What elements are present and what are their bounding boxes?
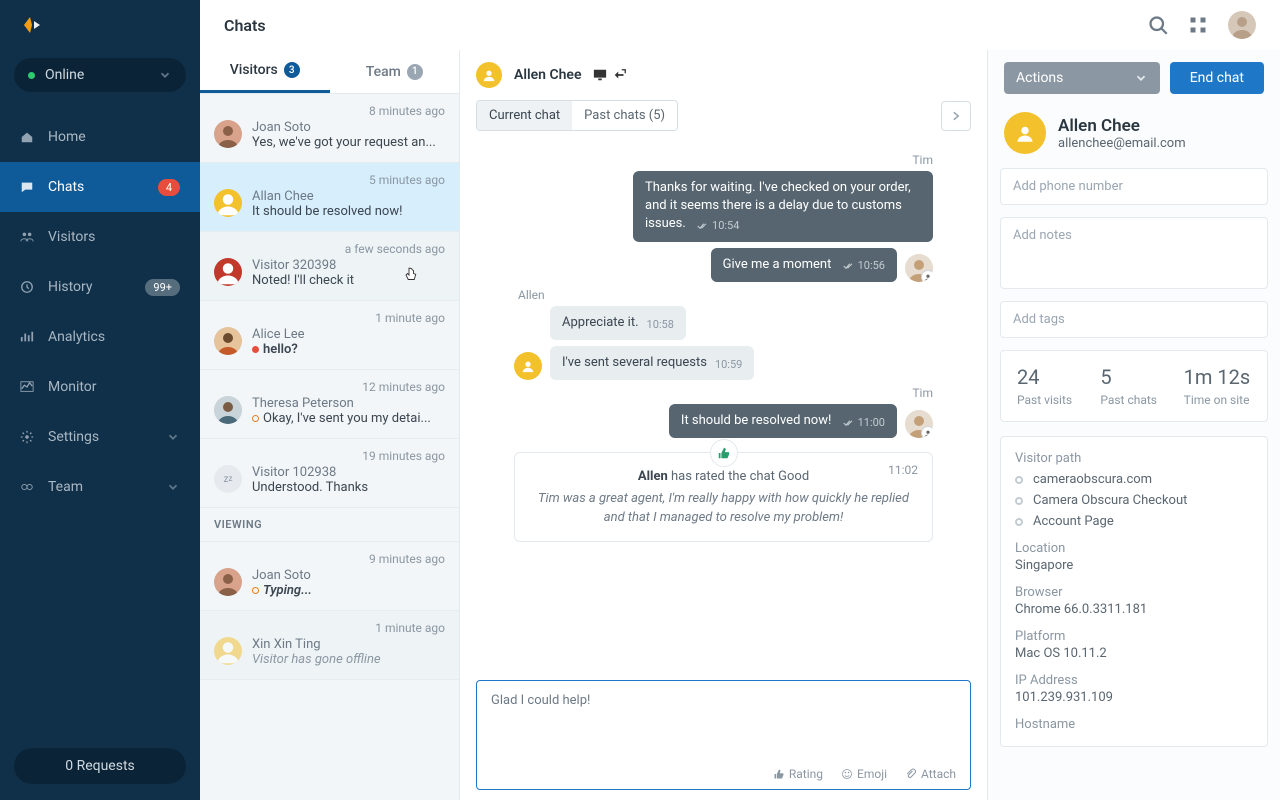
nav-team[interactable]: Team — [0, 462, 200, 512]
avatar — [214, 396, 242, 424]
chat-panel: Allen Chee Current chat Past chats (5) T… — [460, 50, 988, 800]
topbar: Chats — [200, 0, 1280, 50]
profile-avatar — [1004, 112, 1046, 154]
nav-settings[interactable]: Settings — [0, 412, 200, 462]
team-icon — [20, 480, 48, 494]
logo — [0, 0, 200, 50]
avatar — [214, 189, 242, 217]
avatar — [214, 258, 242, 286]
nav-chats[interactable]: Chats 4 — [0, 162, 200, 212]
conversation-item[interactable]: 1 minute ago Xin Xin Ting Visitor has go… — [200, 611, 459, 680]
visitor-path-item[interactable]: Camera Obscura Checkout — [1015, 493, 1253, 508]
attach-button[interactable]: Attach — [905, 767, 956, 781]
visitor-avatar — [476, 62, 502, 88]
message-bubble: It should be resolved now! 11:00 — [669, 404, 897, 438]
tab-team[interactable]: Team 1 — [330, 50, 460, 93]
page-title: Chats — [224, 16, 266, 35]
chats-badge: 4 — [158, 179, 180, 196]
conversation-item[interactable]: a few seconds ago Visitor 320398 Noted! … — [200, 232, 459, 301]
avatar — [214, 637, 242, 665]
details-panel: Actions End chat Allen Chee allenchee@em… — [988, 50, 1280, 800]
end-chat-button[interactable]: End chat — [1170, 62, 1264, 94]
actions-dropdown[interactable]: Actions — [1004, 62, 1160, 94]
search-icon[interactable] — [1148, 15, 1168, 35]
chevron-down-icon — [1134, 71, 1148, 85]
chevron-down-icon — [166, 480, 180, 494]
meta-panel: Visitor path cameraobscura.com Camera Ob… — [1000, 436, 1268, 747]
home-icon — [20, 130, 48, 144]
emoji-button[interactable]: Emoji — [841, 767, 887, 781]
status-selector[interactable]: Online — [14, 58, 186, 92]
history-badge: 99+ — [145, 279, 180, 296]
avatar — [214, 568, 242, 596]
conversation-item[interactable]: 1 minute ago Alice Lee hello? — [200, 301, 459, 370]
user-avatar[interactable] — [1228, 11, 1256, 39]
visitor-avatar — [514, 352, 542, 380]
chevron-down-icon — [158, 68, 172, 82]
requests-button[interactable]: 0 Requests — [14, 748, 186, 784]
conversation-item[interactable]: 12 minutes ago Theresa Peterson Okay, I'… — [200, 370, 459, 439]
nav-analytics[interactable]: Analytics — [0, 312, 200, 362]
gear-icon — [20, 430, 48, 444]
desktop-icon — [593, 68, 607, 82]
conversation-item[interactable]: 5 minutes ago Allan Chee It should be re… — [200, 163, 459, 232]
message-bubble: Thanks for waiting. I've checked on your… — [633, 171, 933, 242]
chevron-down-icon — [166, 430, 180, 444]
nav-visitors[interactable]: Visitors — [0, 212, 200, 262]
visitor-path-item[interactable]: cameraobscura.com — [1015, 472, 1253, 487]
agent-avatar — [905, 410, 933, 438]
message-input[interactable]: Glad I could help! — [477, 681, 970, 761]
subtab-past[interactable]: Past chats (5) — [572, 101, 677, 130]
rating-button[interactable]: Rating — [773, 767, 823, 781]
message-bubble: I've sent several requests10:59 — [550, 346, 754, 380]
message-bubble: Appreciate it.10:58 — [550, 306, 686, 340]
message-bubble: Give me a moment 10:56 — [711, 248, 897, 282]
stats-row: 24Past visits 5Past chats 1m 12sTime on … — [1000, 350, 1268, 422]
tags-input[interactable]: Add tags — [1000, 301, 1268, 338]
apps-icon[interactable] — [1188, 15, 1208, 35]
message-composer: Glad I could help! Rating Emoji Attach — [476, 680, 971, 790]
conversation-column: Visitors 3 Team 1 8 minutes ago Joan Sot… — [200, 50, 460, 800]
nav-history[interactable]: History 99+ — [0, 262, 200, 312]
rating-box: 11:02 Allen has rated the chat Good Tim … — [514, 452, 933, 541]
visitors-icon — [20, 230, 48, 244]
section-header-viewing: VIEWING — [200, 508, 459, 542]
conversation-item[interactable]: 8 minutes ago Joan Soto Yes, we've got y… — [200, 94, 459, 163]
agent-avatar — [905, 254, 933, 282]
chat-icon — [20, 180, 48, 194]
notes-input[interactable]: Add notes — [1000, 217, 1268, 289]
subtab-current[interactable]: Current chat — [477, 101, 572, 130]
referrer-icon — [613, 68, 627, 82]
tab-visitors[interactable]: Visitors 3 — [200, 50, 330, 93]
status-dot-icon — [28, 72, 35, 79]
thumbs-up-icon — [710, 439, 738, 467]
avatar — [214, 120, 242, 148]
conversation-item[interactable]: 9 minutes ago Joan Soto Typing... — [200, 542, 459, 611]
visitor-path-item[interactable]: Account Page — [1015, 514, 1253, 529]
profile-email: allenchee@email.com — [1058, 136, 1186, 151]
avatar: zz — [214, 465, 242, 493]
phone-input[interactable]: Add phone number — [1000, 168, 1268, 205]
conversation-item[interactable]: 19 minutes ago zz Visitor 102938 Underst… — [200, 439, 459, 508]
monitor-icon — [20, 380, 48, 394]
next-chat-button[interactable] — [941, 101, 971, 131]
analytics-icon — [20, 330, 48, 344]
avatar — [214, 327, 242, 355]
status-label: Online — [45, 67, 84, 83]
chat-header: Allen Chee — [460, 50, 987, 100]
sidebar: Online Home Chats 4 Visitors History 99+… — [0, 0, 200, 800]
nav-home[interactable]: Home — [0, 112, 200, 162]
nav-monitor[interactable]: Monitor — [0, 362, 200, 412]
history-icon — [20, 280, 48, 294]
profile-name: Allen Chee — [1058, 116, 1186, 136]
